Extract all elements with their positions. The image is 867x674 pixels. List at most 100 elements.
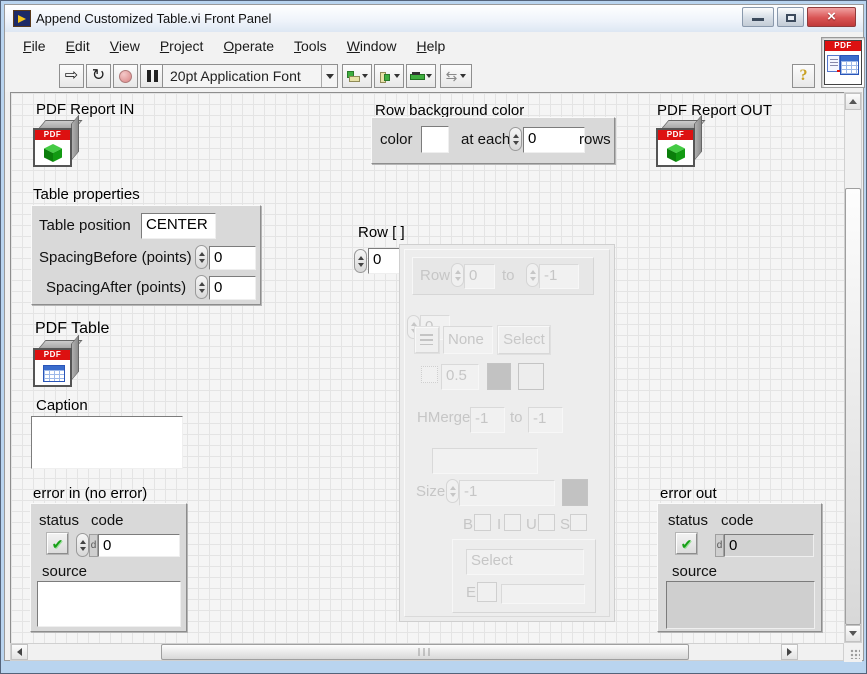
status-label: status <box>668 512 708 529</box>
scroll-right-button[interactable] <box>781 644 798 660</box>
underline-checkbox <box>538 514 555 531</box>
status-checkbox[interactable] <box>47 533 68 554</box>
resize-grip[interactable] <box>844 643 862 662</box>
border-checkbox <box>421 366 438 383</box>
row-array-element: Row 0 to -1 0 None Select 0.5 HMerge -1 … <box>399 244 615 622</box>
scroll-right-icon <box>787 648 792 656</box>
strike-label: S <box>560 516 570 533</box>
resize-objects-icon <box>410 72 423 81</box>
color-label: color <box>380 131 413 148</box>
title-bar[interactable]: Append Customized Table.vi Front Panel <box>5 5 863 32</box>
italic-checkbox <box>504 514 521 531</box>
toolbar: ⇨ ↻ 20pt Application Font ⇆ ? <box>5 59 863 92</box>
horizontal-scrollbar[interactable] <box>10 643 844 661</box>
table-position-label: Table position <box>39 217 131 234</box>
reorder-button[interactable]: ⇆ <box>440 64 472 88</box>
window-frame: Append Customized Table.vi Front Panel ×… <box>0 0 867 674</box>
pdf-banner: PDF <box>35 130 70 140</box>
vertical-scrollbar[interactable] <box>844 92 862 643</box>
menu-help[interactable]: Help <box>407 35 456 57</box>
abort-icon <box>119 70 132 83</box>
e-checkbox <box>477 582 497 602</box>
font-selector[interactable]: 20pt Application Font <box>162 64 338 88</box>
scroll-up-button[interactable] <box>845 93 861 110</box>
source-field[interactable] <box>37 581 181 627</box>
status-indicator <box>676 533 697 554</box>
at-each-stepper[interactable] <box>509 127 522 151</box>
menu-window[interactable]: Window <box>337 35 407 57</box>
pdf-report-in-refnum[interactable]: PDF <box>33 119 80 167</box>
labview-vi-icon <box>13 10 31 27</box>
minimize-icon <box>752 18 764 21</box>
spacing-after-field[interactable]: 0 <box>209 276 256 300</box>
pdf-banner: PDF <box>35 350 70 360</box>
bold-checkbox <box>474 514 491 531</box>
chevron-down-icon <box>394 74 400 78</box>
spacing-before-label: SpacingBefore (points) <box>39 249 192 266</box>
window-title: Append Customized Table.vi Front Panel <box>36 11 271 26</box>
scroll-left-button[interactable] <box>11 644 28 660</box>
at-each-field[interactable]: 0 <box>523 127 585 153</box>
pdf-report-out-refnum[interactable]: PDF <box>656 119 703 167</box>
horizontal-scroll-thumb[interactable] <box>161 644 689 660</box>
color-box[interactable] <box>421 126 449 153</box>
justify-icon <box>420 334 433 345</box>
align-objects-button[interactable] <box>342 64 372 88</box>
menu-tools[interactable]: Tools <box>284 35 337 57</box>
maximize-button[interactable] <box>777 7 804 27</box>
vi-connector-icon[interactable]: PDF <box>821 37 865 88</box>
spacing-after-stepper[interactable] <box>195 275 208 299</box>
run-continuously-button[interactable]: ↻ <box>86 64 111 88</box>
caption-field[interactable] <box>31 416 183 469</box>
row-array-index-stepper[interactable] <box>354 249 367 273</box>
scroll-up-icon <box>849 99 857 104</box>
minimize-button[interactable] <box>742 7 774 27</box>
menu-edit[interactable]: Edit <box>56 35 100 57</box>
table-position-field[interactable]: CENTER <box>141 213 216 239</box>
pdf-report-out-label: PDF Report OUT <box>657 102 772 119</box>
row-background-color-cluster: color at each 0 rows <box>371 117 615 164</box>
error-out-cluster: status code d 0 source <box>657 503 822 632</box>
menu-file[interactable]: File <box>13 35 56 57</box>
spacing-before-stepper[interactable] <box>195 245 208 269</box>
scroll-down-button[interactable] <box>845 625 861 642</box>
fill-color-box <box>518 363 544 390</box>
pdf-table-refnum[interactable]: PDF <box>33 339 80 387</box>
size-field: -1 <box>459 480 555 506</box>
italic-label: I <box>497 516 501 533</box>
menu-operate[interactable]: Operate <box>213 35 284 57</box>
bold-label: B <box>463 516 473 533</box>
code-stepper[interactable] <box>76 533 89 557</box>
code-field[interactable]: 0 <box>98 534 180 557</box>
spacing-before-field[interactable]: 0 <box>209 246 256 270</box>
menu-view[interactable]: View <box>100 35 150 57</box>
run-button[interactable]: ⇨ <box>59 64 84 88</box>
chevron-down-icon <box>362 74 368 78</box>
spacing-after-label: SpacingAfter (points) <box>46 279 186 296</box>
thumb-grip-icon <box>419 648 432 656</box>
pdf-banner: PDF <box>825 41 861 51</box>
pdf-cube-icon <box>44 144 62 162</box>
font-cluster: Select E <box>452 539 596 613</box>
caption-label: Caption <box>36 397 88 414</box>
abort-button[interactable] <box>113 64 138 88</box>
chevron-down-icon <box>326 74 334 79</box>
code-indicator: 0 <box>724 534 814 557</box>
row-from-field: 0 <box>464 264 495 289</box>
menu-project[interactable]: Project <box>150 35 214 57</box>
help-icon: ? <box>793 65 814 87</box>
maximize-icon <box>786 14 796 22</box>
size-label: Size <box>416 483 445 500</box>
close-button[interactable]: × <box>807 7 856 27</box>
help-button[interactable]: ? <box>792 64 815 88</box>
resize-objects-button[interactable] <box>406 64 436 88</box>
front-panel[interactable]: PDF Report IN PDF Row background color c… <box>10 92 844 643</box>
source-label: source <box>42 563 87 580</box>
scroll-left-icon <box>17 648 22 656</box>
distribute-objects-button[interactable] <box>374 64 404 88</box>
code-label: code <box>91 512 124 529</box>
vertical-scroll-thumb[interactable] <box>845 188 861 625</box>
radix-indicator[interactable]: d <box>89 534 98 557</box>
border-width-field: 0.5 <box>441 364 479 390</box>
font-selector-dropdown[interactable] <box>321 65 337 87</box>
